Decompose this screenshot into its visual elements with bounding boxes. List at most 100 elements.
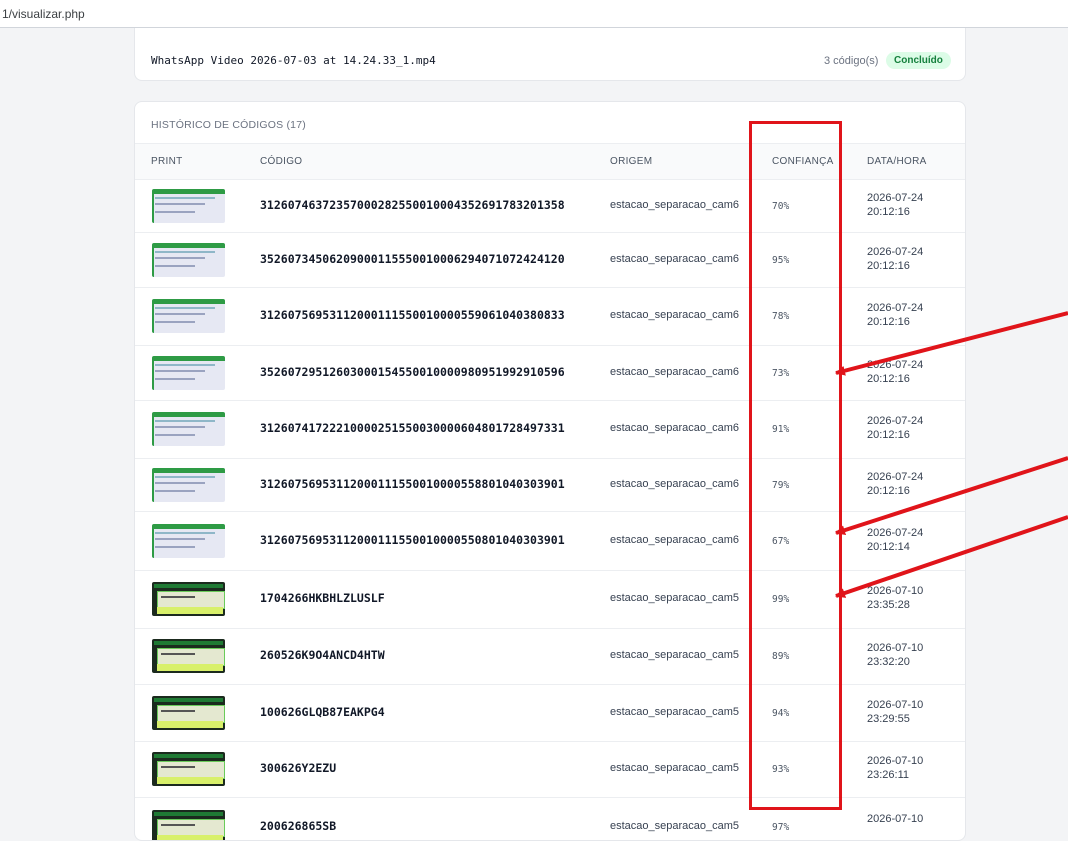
row-confidence: 67% (772, 536, 790, 547)
row-datetime: 2026-07-10 (867, 812, 923, 826)
history-card: HISTÓRICO DE CÓDIGOS (17) PRINT CÓDIGO O… (134, 101, 966, 841)
row-datetime: 2026-07-10 23:35:28 (867, 584, 923, 612)
file-card: WhatsApp Video 2026-07-03 at 14.24.33_1.… (134, 28, 966, 81)
row-date: 2026-07-24 (867, 192, 924, 204)
row-code: 3126074172221000025155003000060480172849… (260, 421, 565, 435)
row-time: 20:12:16 (867, 206, 910, 218)
row-origem: estacao_separacao_cam6 (610, 534, 740, 546)
row-datetime: 2026-07-24 20:12:16 (867, 470, 923, 498)
print-thumbnail[interactable] (152, 299, 225, 333)
table-row: 3126075695311200011155001000055880104030… (135, 458, 965, 512)
row-origem: estacao_separacao_cam5 (610, 820, 740, 832)
table-row: 200626865SB estacao_separacao_cam5 97% 2026… (135, 797, 965, 840)
table-row: 3126074172221000025155003000060480172849… (135, 400, 965, 459)
table-row: 3126074637235700028255001000435269178320… (135, 179, 965, 233)
print-thumbnail[interactable] (152, 752, 225, 786)
row-datetime: 2026-07-24 20:12:16 (867, 191, 923, 219)
row-date: 2026-07-24 (867, 246, 924, 258)
row-confidence: 94% (772, 708, 790, 719)
row-code: 260526K9O4ANCD4HTW (260, 648, 385, 662)
row-confidence: 97% (772, 822, 790, 833)
row-code: 200626865SB (260, 819, 337, 833)
table-header: PRINT CÓDIGO ORIGEM CONFIANÇA DATA/HORA (135, 143, 965, 180)
row-date: 2026-07-24 (867, 471, 924, 483)
address-bar-url[interactable]: 1/visualizar.php (2, 7, 85, 21)
row-confidence: 89% (772, 651, 790, 662)
row-date: 2026-07-10 (867, 642, 924, 654)
print-thumbnail[interactable] (152, 468, 225, 502)
table-row: 300626Y2EZU estacao_separacao_cam5 93% 2026… (135, 741, 965, 798)
column-print: PRINT (151, 156, 183, 167)
print-thumbnail[interactable] (152, 524, 225, 558)
row-origem: estacao_separacao_cam6 (610, 366, 740, 378)
row-code: 3126075695311200011155001000055080104030… (260, 533, 565, 547)
row-time: 20:12:16 (867, 373, 910, 385)
column-origem: ORIGEM (610, 156, 653, 167)
row-time: 23:29:55 (867, 713, 910, 725)
row-code: 3526073450620900011555001000629407107242… (260, 252, 565, 266)
print-thumbnail[interactable] (152, 696, 225, 730)
print-thumbnail[interactable] (152, 810, 225, 840)
row-origem: estacao_separacao_cam5 (610, 762, 740, 774)
history-title: HISTÓRICO DE CÓDIGOS (17) (151, 119, 306, 131)
table-row: 1704266HKBHLZLUSLF estacao_separacao_cam5… (135, 570, 965, 629)
row-date: 2026-07-24 (867, 302, 924, 314)
row-origem: estacao_separacao_cam5 (610, 706, 740, 718)
table-row: 3126075695311200011155001000055906104038… (135, 287, 965, 346)
row-time: 20:12:14 (867, 541, 910, 553)
row-code: 3126075695311200011155001000055906104038… (260, 308, 565, 322)
column-datahora: DATA/HORA (867, 156, 927, 167)
row-origem: estacao_separacao_cam5 (610, 592, 740, 604)
row-origem: estacao_separacao_cam6 (610, 422, 740, 434)
print-thumbnail[interactable] (152, 243, 225, 277)
row-confidence: 70% (772, 201, 790, 212)
row-datetime: 2026-07-24 20:12:16 (867, 301, 923, 329)
column-codigo: CÓDIGO (260, 156, 303, 167)
row-origem: estacao_separacao_cam6 (610, 478, 740, 490)
print-thumbnail[interactable] (152, 356, 225, 390)
row-confidence: 73% (772, 368, 790, 379)
row-confidence: 79% (772, 480, 790, 491)
row-time: 23:32:20 (867, 656, 910, 668)
table-row: 3526073450620900011555001000629407107242… (135, 232, 965, 288)
row-datetime: 2026-07-24 20:12:16 (867, 358, 923, 386)
row-date: 2026-07-10 (867, 813, 924, 825)
row-time: 23:26:11 (867, 769, 910, 781)
row-origem: estacao_separacao_cam6 (610, 253, 740, 265)
file-name: WhatsApp Video 2026-07-03 at 14.24.33_1.… (151, 54, 436, 67)
row-confidence: 99% (772, 594, 790, 605)
row-code: 100626GLQB87EAKPG4 (260, 705, 385, 719)
table-row: 100626GLQB87EAKPG4 estacao_separacao_cam5… (135, 684, 965, 742)
row-origem: estacao_separacao_cam5 (610, 649, 740, 661)
row-date: 2026-07-24 (867, 527, 924, 539)
status-badge: Concluído (886, 52, 951, 69)
row-datetime: 2026-07-10 23:26:11 (867, 754, 923, 782)
row-confidence: 93% (772, 764, 790, 775)
row-datetime: 2026-07-24 20:12:16 (867, 414, 923, 442)
code-count: 3 código(s) (824, 55, 879, 67)
row-time: 20:12:16 (867, 316, 910, 328)
row-origem: estacao_separacao_cam6 (610, 309, 740, 321)
table-row: 260526K9O4ANCD4HTW estacao_separacao_cam5… (135, 628, 965, 685)
row-code: 3526072951260300015455001000098095199291… (260, 365, 565, 379)
column-confianca: CONFIANÇA (772, 156, 834, 167)
row-date: 2026-07-24 (867, 415, 924, 427)
print-thumbnail[interactable] (152, 639, 225, 673)
print-thumbnail[interactable] (152, 189, 225, 223)
row-time: 20:12:16 (867, 485, 910, 497)
table-row: 3126075695311200011155001000055080104030… (135, 511, 965, 571)
row-code: 1704266HKBHLZLUSLF (260, 591, 385, 605)
row-datetime: 2026-07-24 20:12:14 (867, 526, 923, 554)
row-date: 2026-07-10 (867, 699, 924, 711)
row-date: 2026-07-24 (867, 359, 924, 371)
row-datetime: 2026-07-10 23:32:20 (867, 641, 923, 669)
row-confidence: 91% (772, 424, 790, 435)
row-code: 3126075695311200011155001000055880104030… (260, 477, 565, 491)
print-thumbnail[interactable] (152, 412, 225, 446)
address-bar[interactable]: 1/visualizar.php (0, 0, 1068, 28)
row-code: 300626Y2EZU (260, 761, 337, 775)
table-row: 3526072951260300015455001000098095199291… (135, 345, 965, 401)
row-date: 2026-07-10 (867, 755, 924, 767)
print-thumbnail[interactable] (152, 582, 225, 616)
row-confidence: 78% (772, 311, 790, 322)
